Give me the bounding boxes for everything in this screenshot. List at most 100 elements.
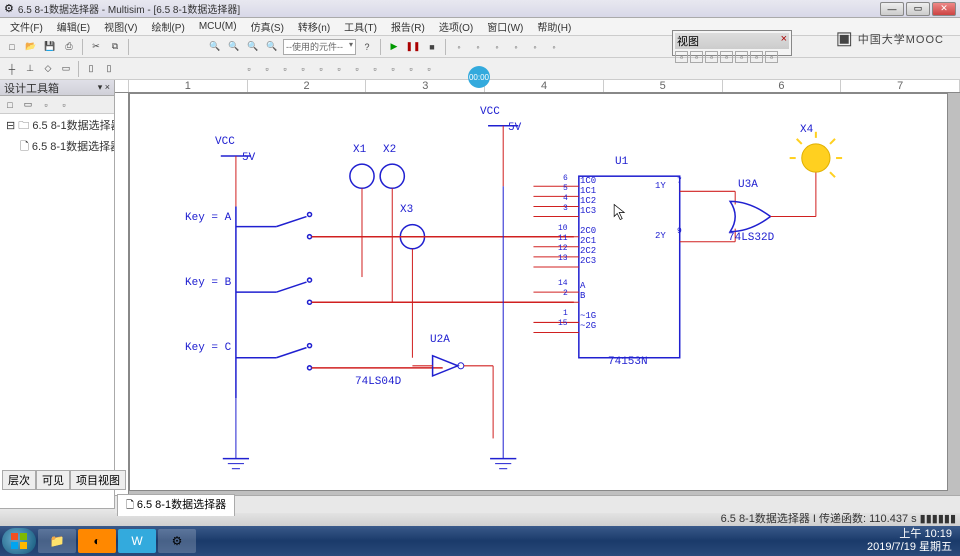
chip-name: 74153N [608,356,648,368]
voltage-label: 5V [242,152,255,164]
task-icon[interactable]: 📁 [38,529,76,553]
tool-icon[interactable]: ◦ [546,39,562,55]
save-icon[interactable]: 💾 [42,39,58,55]
comp-icon[interactable]: ▫ [277,61,293,77]
menu-window[interactable]: 窗口(W) [481,18,529,35]
task-icon[interactable]: ◐ [78,529,116,553]
timestamp-bubble: 00:00 [468,66,490,88]
tool-icon[interactable]: ◦ [508,39,524,55]
view-panel[interactable]: 视图× ▫ ▫ ▫ ▫ ▫ ▫ ▫ [672,30,792,56]
tree-icon[interactable]: □ [2,97,18,113]
menu-options[interactable]: 选项(O) [433,18,479,35]
component-combo[interactable]: --使用的元件-- [283,39,356,55]
mini-icon[interactable]: ▫ [675,51,688,63]
menu-edit[interactable]: 编辑(E) [51,18,96,35]
mini-icon[interactable]: ▫ [735,51,748,63]
print-icon[interactable]: ⎙ [61,39,77,55]
cut-icon[interactable]: ✂ [88,39,104,55]
comp-icon[interactable]: ▫ [385,61,401,77]
comp-icon[interactable]: ▫ [331,61,347,77]
comp-icon[interactable]: ▫ [259,61,275,77]
comp-icon[interactable]: ▯ [83,61,99,77]
task-icon[interactable]: W [118,529,156,553]
menu-draw[interactable]: 绘制(P) [145,18,190,35]
close-button[interactable]: ✕ [932,2,956,16]
sidebar-close-icon[interactable]: ▾ × [98,82,110,93]
comp-icon[interactable]: ▯ [101,61,117,77]
taskbar: 📁 ◐ W ⚙ 上午 10:19 2019/7/19 星期五 [0,526,960,556]
start-button[interactable] [2,528,36,554]
task-icon[interactable]: ⚙ [158,529,196,553]
open-icon[interactable]: 📂 [23,39,39,55]
chip-ref: U1 [615,156,628,168]
comp-icon[interactable]: ⊥ [22,61,38,77]
pause-button[interactable]: ❚❚ [405,39,421,55]
comp-icon[interactable]: ┼ [4,61,20,77]
new-icon[interactable]: □ [4,39,20,55]
menu-mcu[interactable]: MCU(M) [193,20,243,33]
help-icon[interactable]: ? [359,39,375,55]
mini-icon[interactable]: ▫ [750,51,763,63]
app-icon: ⚙ [4,2,14,15]
vcc-label: VCC [480,106,500,118]
document-tabs: 🗋 6.5 8-1数据选择器 [115,495,960,513]
taskbar-clock[interactable]: 上午 10:19 2019/7/19 星期五 [867,528,958,554]
sidebar: 设计工具箱 ▾ × □ ▭ ▫ ▫ ⊟ 🗀 6.5 8-1数据选择器 🗋 6.5… [0,80,115,508]
comp-icon[interactable]: ▫ [295,61,311,77]
tree-root[interactable]: ⊟ 🗀 6.5 8-1数据选择器 [2,116,112,137]
comp-icon[interactable]: ◇ [40,61,56,77]
probe-label: X3 [400,204,413,216]
menu-sim[interactable]: 仿真(S) [245,18,290,35]
comp-icon[interactable]: ▫ [403,61,419,77]
gate-ref: U2A [430,334,450,346]
gate-ref: U3A [738,179,758,191]
probe-label: X2 [383,144,396,156]
zoom-area-icon[interactable]: 🔍 [264,39,280,55]
key-label: Key = B [185,277,231,289]
lamp-label: X4 [800,124,813,136]
tree-icon[interactable]: ▫ [56,97,72,113]
sidebar-tab[interactable]: 可见 [36,470,70,490]
mini-icon[interactable]: ▫ [720,51,733,63]
sidebar-tab[interactable]: 层次 [2,470,36,490]
canvas-area: 1234567 [115,80,960,508]
tool-icon[interactable]: ◦ [470,39,486,55]
minimize-button[interactable]: — [880,2,904,16]
tree-child[interactable]: 🗋 6.5 8-1数据选择器 [2,137,112,158]
comp-icon[interactable]: ▫ [313,61,329,77]
mini-icon[interactable]: ▫ [765,51,778,63]
copy-icon[interactable]: ⧉ [107,39,123,55]
maximize-button[interactable]: ▭ [906,2,930,16]
zoom-fit-icon[interactable]: 🔍 [245,39,261,55]
document-tab[interactable]: 🗋 6.5 8-1数据选择器 [117,494,235,516]
comp-icon[interactable]: ▫ [349,61,365,77]
design-tree[interactable]: ⊟ 🗀 6.5 8-1数据选择器 🗋 6.5 8-1数据选择器 [0,114,114,508]
toolbar-main: □ 📂 💾 ⎙ ✂ ⧉ 🔍 🔍 🔍 🔍 --使用的元件-- ? ▶ ❚❚ ■ ◦… [0,36,960,58]
sidebar-tab[interactable]: 项目视图 [70,470,126,490]
stop-button[interactable]: ■ [424,39,440,55]
zoom-in-icon[interactable]: 🔍 [207,39,223,55]
mini-icon[interactable]: ▫ [690,51,703,63]
tool-icon[interactable]: ◦ [489,39,505,55]
menu-tools[interactable]: 工具(T) [338,18,383,35]
mini-icon[interactable]: ▫ [705,51,718,63]
menu-help[interactable]: 帮助(H) [531,18,577,35]
zoom-out-icon[interactable]: 🔍 [226,39,242,55]
menu-transfer[interactable]: 转移(n) [292,18,336,35]
comp-icon[interactable]: ▫ [421,61,437,77]
schematic-canvas[interactable]: VCC 5V VCC 5V X1 X2 X3 X4 U1 U2A U3A Key… [129,93,948,491]
tree-icon[interactable]: ▫ [38,97,54,113]
ruler-vertical [115,93,129,495]
menu-report[interactable]: 报告(R) [385,18,431,35]
tool-icon[interactable]: ◦ [451,39,467,55]
menu-file[interactable]: 文件(F) [4,18,49,35]
menu-view[interactable]: 视图(V) [98,18,143,35]
comp-icon[interactable]: ▫ [367,61,383,77]
voltage-label: 5V [508,122,521,134]
comp-icon[interactable]: ▫ [241,61,257,77]
tree-icon[interactable]: ▭ [20,97,36,113]
close-icon[interactable]: × [781,33,787,49]
play-button[interactable]: ▶ [386,39,402,55]
comp-icon[interactable]: ▭ [58,61,74,77]
tool-icon[interactable]: ◦ [527,39,543,55]
